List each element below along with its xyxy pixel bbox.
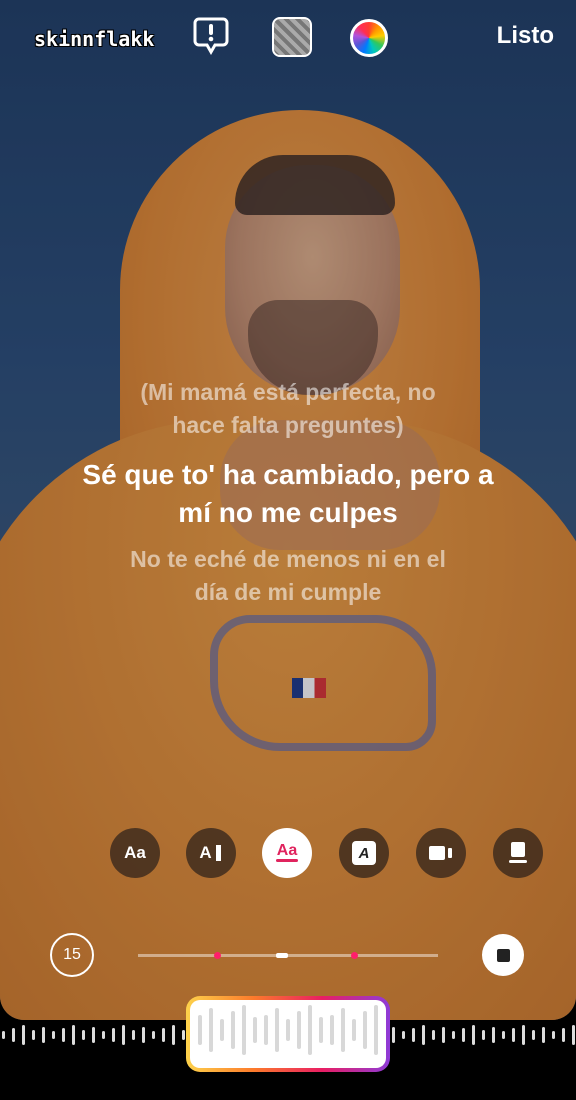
stop-button[interactable] <box>482 934 524 976</box>
lyric-next-line-1: No te eché de menos ni en el <box>130 546 446 572</box>
style-button-card[interactable] <box>493 828 543 878</box>
clip-selector-window <box>190 1000 386 1068</box>
clip-waveform <box>198 1005 378 1055</box>
track-marker <box>351 952 358 959</box>
waveform-bar <box>552 1031 555 1039</box>
lyric-style-picker: Aa A Aa A <box>0 828 576 878</box>
style-label-box: A <box>358 844 370 862</box>
waveform-bar <box>172 1025 175 1045</box>
lyric-previous-line-1: (Mi mamá está perfecta, no <box>140 379 436 405</box>
waveform-bar <box>142 1027 145 1043</box>
lyric-previous: (Mi mamá está perfecta, no hace falta pr… <box>0 376 576 442</box>
clip-waveform-bar <box>253 1017 257 1043</box>
style-button-box[interactable]: A <box>339 828 389 878</box>
waveform-bar <box>422 1025 425 1045</box>
duration-label: 15 <box>63 946 81 963</box>
waveform-bar <box>452 1031 455 1039</box>
waveform-bar <box>532 1030 535 1040</box>
waveform-bar <box>522 1025 525 1045</box>
style-label-karaoke: Aa <box>276 842 298 859</box>
clip-waveform-bar <box>275 1008 279 1052</box>
waveform-bar <box>562 1028 565 1042</box>
waveform-bar <box>412 1028 415 1042</box>
duration-button[interactable]: 15 <box>50 933 94 977</box>
waveform-bar <box>122 1025 125 1045</box>
clip-waveform-bar <box>352 1019 356 1041</box>
waveform-bar <box>402 1031 405 1039</box>
color-wheel-icon[interactable] <box>350 19 388 57</box>
lyric-current-line-1: Sé que to' ha cambiado, pero a <box>82 459 494 490</box>
clip-waveform-bar <box>231 1011 235 1049</box>
lyric-current[interactable]: Sé que to' ha cambiado, pero a mí no me … <box>0 456 576 532</box>
style-button-cursor[interactable]: A <box>186 828 236 878</box>
clip-waveform-bar <box>330 1015 334 1045</box>
waveform-bar <box>182 1030 185 1040</box>
waveform-bar <box>42 1027 45 1043</box>
clip-selector[interactable] <box>186 996 390 1072</box>
cover-thumbnail[interactable] <box>272 17 312 57</box>
clip-waveform-bar <box>341 1008 345 1052</box>
playhead[interactable] <box>276 953 288 958</box>
waveform-bar <box>502 1031 505 1039</box>
waveform-bar <box>112 1028 115 1042</box>
clip-waveform-bar <box>220 1019 224 1041</box>
waveform-bar <box>82 1030 85 1040</box>
waveform-bar <box>392 1027 395 1043</box>
waveform-bar <box>432 1030 435 1040</box>
lyric-next: No te eché de menos ni en el día de mi c… <box>0 543 576 609</box>
playback-track[interactable] <box>138 952 438 959</box>
waveform-bar <box>32 1030 35 1040</box>
waveform-bar <box>92 1027 95 1043</box>
clip-waveform-bar <box>264 1015 268 1045</box>
username-sticker[interactable]: skinnflakk <box>34 27 154 51</box>
waveform-bar <box>22 1025 25 1045</box>
clip-waveform-bar <box>286 1019 290 1041</box>
lyric-current-line-2: mí no me culpes <box>178 497 398 528</box>
cursor-icon <box>215 845 221 861</box>
clip-waveform-bar <box>319 1017 323 1043</box>
clip-waveform-bar <box>363 1011 367 1049</box>
clip-waveform-bar <box>308 1005 312 1055</box>
waveform-bar <box>542 1027 545 1043</box>
waveform-bar <box>52 1031 55 1039</box>
waveform-bar <box>152 1031 155 1039</box>
style-button-typewriter[interactable]: Aa <box>110 828 160 878</box>
box-text-icon: A <box>352 841 376 865</box>
clip-waveform-bar <box>242 1005 246 1055</box>
clip-waveform-bar <box>198 1015 202 1045</box>
waveform-bar <box>492 1027 495 1043</box>
waveform-bar <box>62 1028 65 1042</box>
card-icon <box>509 842 527 863</box>
underline-icon <box>276 859 298 862</box>
clip-waveform-bar <box>209 1008 213 1052</box>
report-icon[interactable] <box>193 17 229 56</box>
done-button[interactable]: Listo <box>497 22 554 50</box>
clip-waveform-bar <box>297 1011 301 1049</box>
waveform-bar <box>442 1027 445 1043</box>
story-canvas: skinnflakk Listo (Mi mamá está perfecta,… <box>0 0 576 1020</box>
stop-icon <box>496 948 510 962</box>
video-icon <box>429 846 452 860</box>
lyric-next-line-2: día de mi cumple <box>194 579 382 605</box>
style-label-cursor: A <box>199 843 212 862</box>
waveform-bar <box>482 1030 485 1040</box>
lyric-previous-line-2: hace falta preguntes) <box>172 412 404 438</box>
waveform-bar <box>462 1028 465 1042</box>
waveform-bar <box>162 1028 165 1042</box>
waveform-bar <box>472 1025 475 1045</box>
style-button-video[interactable] <box>416 828 466 878</box>
waveform-bar <box>512 1028 515 1042</box>
waveform-bar <box>2 1031 5 1039</box>
waveform-bar <box>102 1031 105 1039</box>
track-marker <box>214 952 221 959</box>
style-button-karaoke[interactable]: Aa <box>262 828 312 878</box>
top-bar: skinnflakk Listo <box>0 0 576 76</box>
clip-waveform-bar <box>374 1005 378 1055</box>
waveform-bar <box>132 1030 135 1040</box>
style-label-typewriter: Aa <box>124 843 146 862</box>
waveform-bar <box>72 1025 75 1045</box>
waveform-bar <box>12 1028 15 1042</box>
waveform-bar <box>572 1025 575 1045</box>
